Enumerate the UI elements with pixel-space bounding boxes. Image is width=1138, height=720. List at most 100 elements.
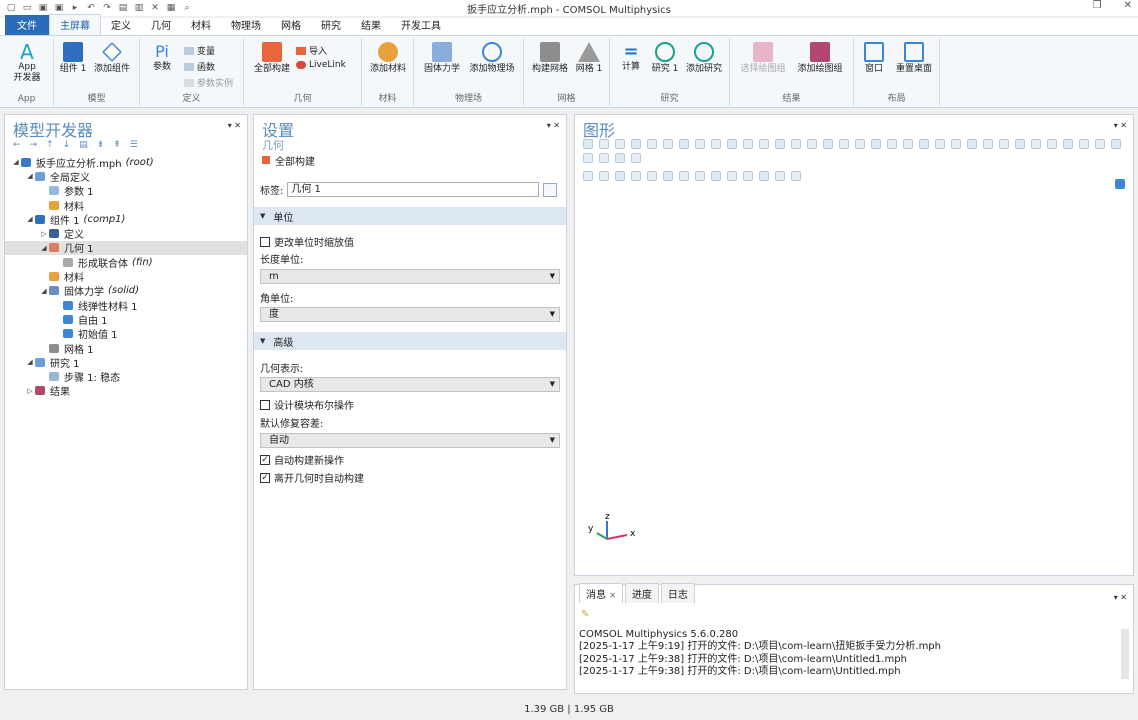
boolean-ops-checkbox[interactable]: 设计模块布尔操作 bbox=[260, 397, 354, 412]
tree-node[interactable]: 参数 1 bbox=[5, 184, 247, 198]
messages-scrollbar[interactable] bbox=[1121, 629, 1129, 679]
menu-results[interactable]: 结果 bbox=[351, 15, 391, 35]
mesh-button[interactable]: 网格 1 bbox=[574, 42, 604, 75]
graphics-tool-icon[interactable] bbox=[999, 139, 1009, 149]
graphics-tool-icon[interactable] bbox=[759, 139, 769, 149]
livelink-button[interactable]: LiveLink bbox=[296, 60, 346, 70]
length-unit-select[interactable]: m ▼ bbox=[260, 269, 560, 284]
graphics-tool-icon[interactable] bbox=[903, 139, 913, 149]
add-study-button[interactable]: 添加研究 bbox=[682, 42, 726, 75]
graphics-tool-icon[interactable] bbox=[1095, 139, 1105, 149]
tree-node[interactable]: 形成联合体 (fin) bbox=[5, 255, 247, 270]
add-component-button[interactable]: 添加组件 bbox=[90, 42, 134, 75]
graphics-tool-icon[interactable] bbox=[1047, 139, 1057, 149]
expand-toggle-icon[interactable]: ▷ bbox=[39, 230, 49, 238]
graphics-tool-icon[interactable] bbox=[919, 139, 929, 149]
pin-icon[interactable]: ▾ ✕ bbox=[228, 121, 241, 130]
tree-node[interactable]: 自由 1 bbox=[5, 312, 247, 327]
label-edit-icon[interactable] bbox=[543, 182, 558, 197]
build-all-button[interactable]: 全部构建 bbox=[250, 42, 294, 75]
graphics-tool-icon[interactable] bbox=[759, 171, 769, 181]
tree-node[interactable]: ◢ 组件 1 (comp1) bbox=[5, 212, 247, 227]
graphics-side-icon[interactable] bbox=[1115, 179, 1125, 189]
units-section-header[interactable]: ▼ 单位 bbox=[254, 207, 566, 225]
graphics-tool-icon[interactable] bbox=[1015, 139, 1025, 149]
graphics-tool-icon[interactable] bbox=[583, 139, 593, 149]
graphics-tool-icon[interactable] bbox=[967, 139, 977, 149]
tree-node[interactable]: 网格 1 bbox=[5, 341, 247, 356]
tab-log[interactable]: 日志 bbox=[660, 583, 695, 603]
graphics-tool-icon[interactable] bbox=[583, 171, 593, 181]
graphics-tool-icon[interactable] bbox=[951, 139, 961, 149]
compute-button[interactable]: = 计算 bbox=[616, 42, 646, 73]
geom-repr-select[interactable]: CAD 内核 ▼ bbox=[260, 377, 560, 392]
graphics-tool-icon[interactable] bbox=[727, 171, 737, 181]
move-up-icon[interactable]: ↑ bbox=[46, 140, 54, 150]
forward-icon[interactable]: → bbox=[30, 140, 38, 150]
menu-definitions[interactable]: 定义 bbox=[101, 15, 141, 35]
graphics-tool-icon[interactable] bbox=[615, 153, 625, 163]
expand-toggle-icon[interactable]: ◢ bbox=[39, 287, 49, 295]
show-icon[interactable]: ▤ bbox=[79, 140, 88, 150]
expand-toggle-icon[interactable]: ◢ bbox=[25, 215, 35, 223]
select-plot-group-button[interactable]: 选择绘图组 bbox=[736, 42, 790, 75]
clear-messages-icon[interactable]: ✎ bbox=[581, 609, 589, 620]
graphics-tool-icon[interactable] bbox=[775, 171, 785, 181]
app-builder-button[interactable]: A App 开发器 bbox=[8, 42, 46, 84]
import-button[interactable]: 导入 bbox=[296, 44, 327, 57]
tree-node[interactable]: ▷ 定义 bbox=[5, 226, 247, 241]
restore-icon[interactable]: ❐ bbox=[1093, 0, 1102, 11]
add-material-button[interactable]: 添加材料 bbox=[366, 42, 410, 75]
graphics-tool-icon[interactable] bbox=[679, 139, 689, 149]
graphics-tool-icon[interactable] bbox=[695, 171, 705, 181]
options-icon[interactable]: ☰ bbox=[130, 140, 138, 150]
tree-node[interactable]: ◢ 扳手应立分析.mph (root) bbox=[5, 155, 247, 170]
variables-button[interactable]: 变量 bbox=[184, 44, 215, 57]
graphics-tool-icon[interactable] bbox=[711, 171, 721, 181]
back-icon[interactable]: ← bbox=[13, 140, 21, 150]
graphics-tool-icon[interactable] bbox=[727, 139, 737, 149]
graphics-tool-icon[interactable] bbox=[583, 153, 593, 163]
tree-node[interactable]: ◢ 研究 1 bbox=[5, 355, 247, 370]
scale-values-box[interactable] bbox=[260, 236, 270, 247]
parameters-button[interactable]: Pi 参数 bbox=[146, 42, 178, 73]
tree-node[interactable]: ◢ 几何 1 bbox=[5, 240, 247, 255]
expand-toggle-icon[interactable]: ◢ bbox=[25, 172, 35, 180]
graphics-tool-icon[interactable] bbox=[983, 139, 993, 149]
settings-pin-icon[interactable]: ▾ ✕ bbox=[547, 121, 560, 130]
graphics-tool-icon[interactable] bbox=[695, 139, 705, 149]
tree-node[interactable]: 材料 bbox=[5, 198, 247, 213]
graphics-tool-icon[interactable] bbox=[663, 171, 673, 181]
menu-home[interactable]: 主屏幕 bbox=[49, 14, 101, 35]
param-case-button[interactable]: 参数实例 bbox=[184, 76, 233, 89]
graphics-tool-icon[interactable] bbox=[743, 139, 753, 149]
graphics-tool-icon[interactable] bbox=[631, 153, 641, 163]
tree-node[interactable]: 线弹性材料 1 bbox=[5, 298, 247, 313]
graphics-tool-icon[interactable] bbox=[711, 139, 721, 149]
tree-node[interactable]: 初始值 1 bbox=[5, 327, 247, 341]
menu-physics[interactable]: 物理场 bbox=[221, 15, 271, 35]
reset-desktop-button[interactable]: 重置桌面 bbox=[892, 42, 936, 75]
angle-unit-select[interactable]: 度 ▼ bbox=[260, 307, 560, 322]
graphics-tool-icon[interactable] bbox=[935, 139, 945, 149]
build-all-node[interactable]: 全部构建 bbox=[254, 153, 566, 168]
graphics-tool-icon[interactable] bbox=[887, 139, 897, 149]
graphics-tool-icon[interactable] bbox=[631, 171, 641, 181]
auto-build-leave-box[interactable]: ✓ bbox=[260, 472, 270, 483]
close-icon[interactable]: ✕ bbox=[609, 591, 616, 600]
advanced-section-header[interactable]: ▼ 高级 bbox=[254, 332, 566, 350]
graphics-tool-icon[interactable] bbox=[631, 139, 641, 149]
graphics-tool-icon[interactable] bbox=[599, 153, 609, 163]
expand-icon[interactable]: ⇟ bbox=[97, 140, 105, 150]
graphics-tool-icon[interactable] bbox=[599, 171, 609, 181]
auto-build-checkbox[interactable]: ✓ 自动构建新操作 bbox=[260, 452, 344, 467]
graphics-tool-icon[interactable] bbox=[839, 139, 849, 149]
menu-geometry[interactable]: 几何 bbox=[141, 15, 181, 35]
menu-developer[interactable]: 开发工具 bbox=[391, 15, 451, 35]
boolean-ops-box[interactable] bbox=[260, 399, 270, 410]
expand-toggle-icon[interactable]: ◢ bbox=[39, 244, 49, 252]
graphics-tool-icon[interactable] bbox=[855, 139, 865, 149]
label-input[interactable]: 几何 1 bbox=[287, 182, 540, 197]
menu-file[interactable]: 文件 bbox=[5, 15, 49, 35]
graphics-tool-icon[interactable] bbox=[663, 139, 673, 149]
